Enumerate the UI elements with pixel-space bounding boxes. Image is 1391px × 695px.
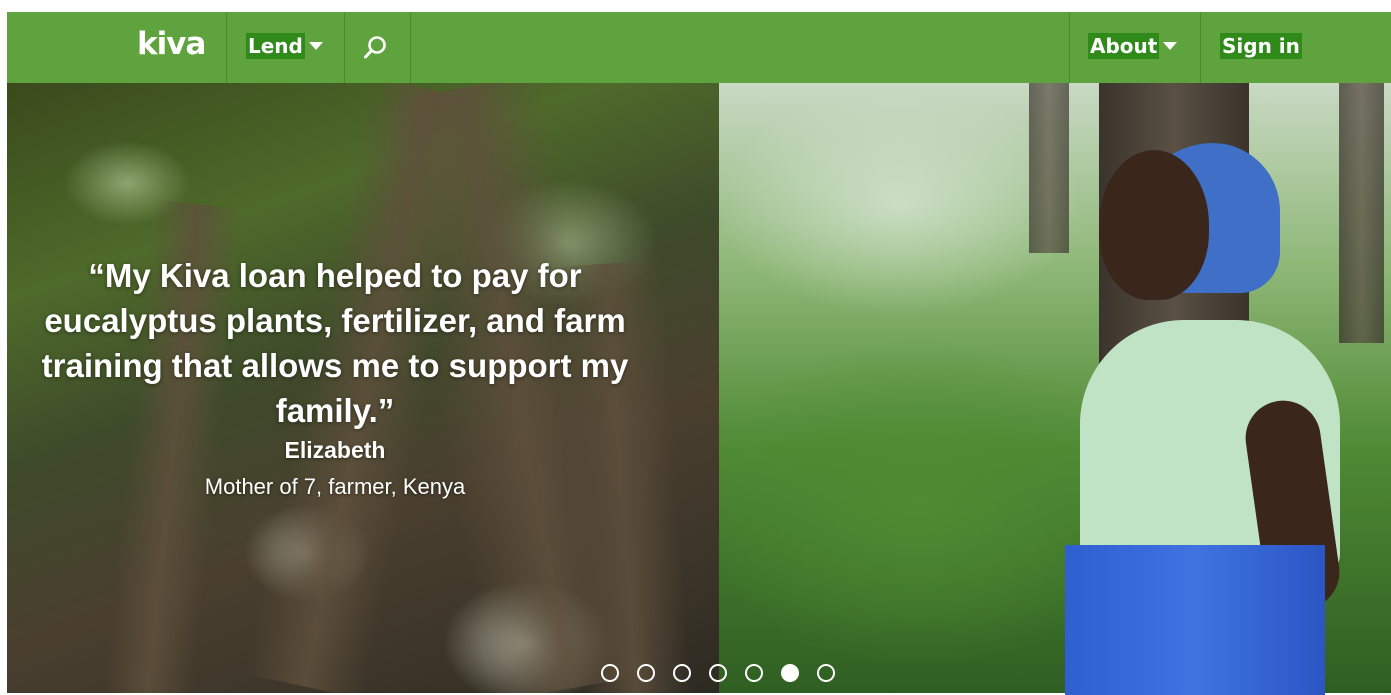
farmer-face xyxy=(1099,150,1209,300)
nav-divider xyxy=(410,12,411,83)
search-icon[interactable] xyxy=(363,34,389,60)
carousel-dot[interactable] xyxy=(601,664,619,682)
nav-divider xyxy=(344,12,345,83)
caret-down-icon xyxy=(308,42,323,50)
caret-down-icon xyxy=(1163,42,1178,50)
sign-in-label: Sign in xyxy=(1220,33,1302,59)
sign-in-link[interactable]: Sign in xyxy=(1220,30,1302,62)
carousel-dot[interactable] xyxy=(817,664,835,682)
carousel-dot[interactable] xyxy=(673,664,691,682)
about-menu-button[interactable]: About xyxy=(1088,30,1178,62)
kiva-logo[interactable]: kiva xyxy=(137,26,206,62)
carousel-dot[interactable] xyxy=(745,664,763,682)
carousel-dot[interactable] xyxy=(709,664,727,682)
carousel-dot[interactable] xyxy=(781,664,799,682)
carousel-dot[interactable] xyxy=(637,664,655,682)
tree-trunk-graphic xyxy=(1029,83,1069,253)
hero-quote: “My Kiva loan helped to pay for eucalypt… xyxy=(41,257,629,429)
nav-divider xyxy=(1069,12,1070,83)
lend-menu-button[interactable]: Lend xyxy=(246,30,323,62)
tree-trunk-graphic xyxy=(1339,83,1384,343)
borrower-description: Mother of 7, farmer, Kenya xyxy=(204,474,466,499)
top-nav: kiva Lend About Sign in xyxy=(7,12,1391,83)
nav-divider xyxy=(1200,12,1201,83)
lend-label: Lend xyxy=(246,33,305,59)
borrower-name: Elizabeth xyxy=(284,437,386,463)
nav-divider xyxy=(226,12,227,83)
about-label: About xyxy=(1088,33,1160,59)
farmer-skirt xyxy=(1065,545,1325,695)
